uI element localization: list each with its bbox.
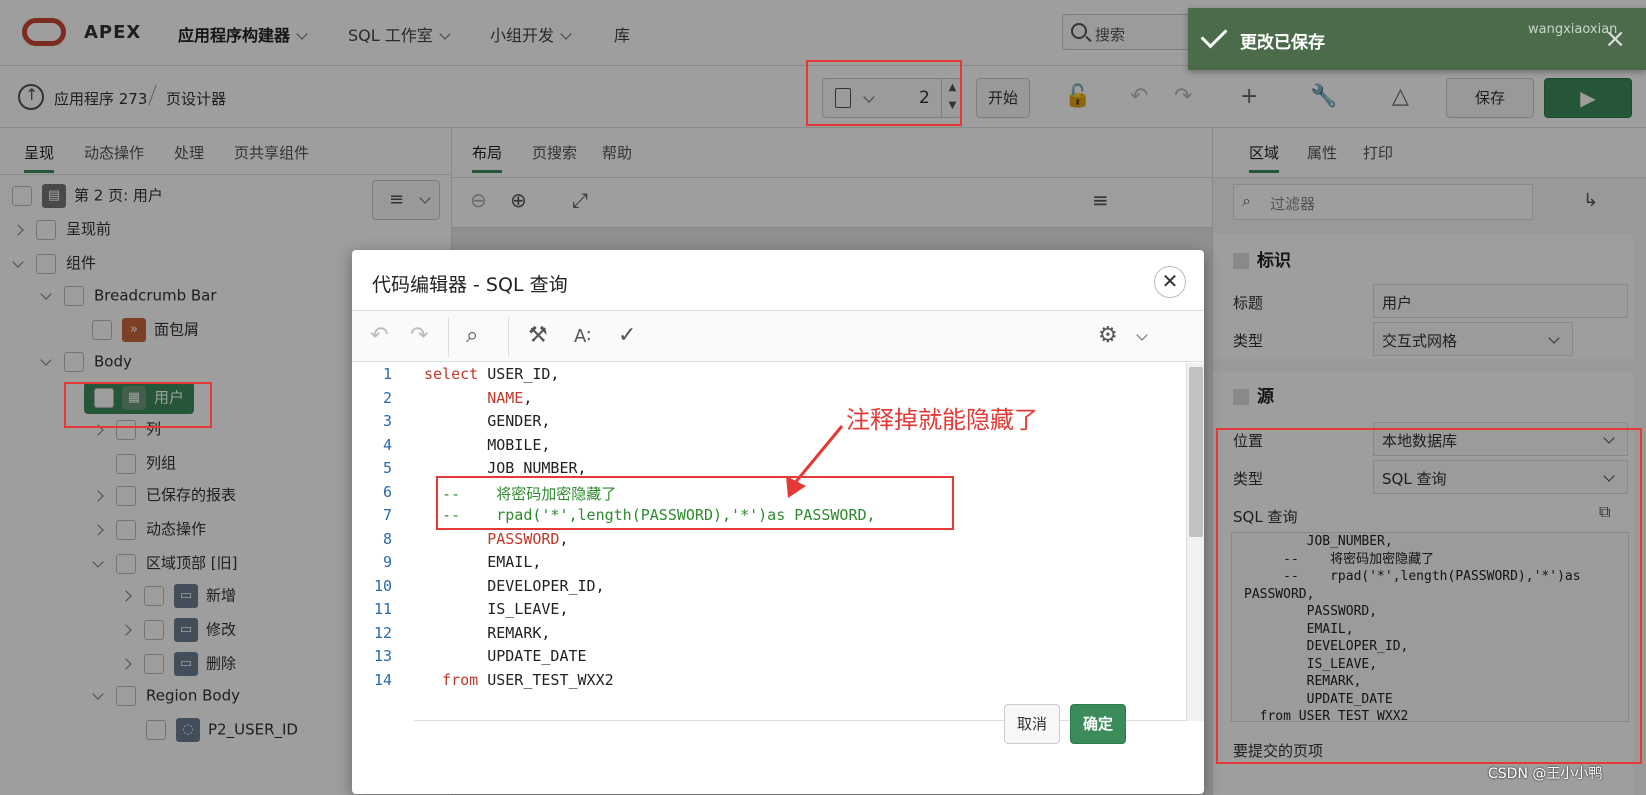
annotation-box-page xyxy=(806,60,962,126)
close-icon[interactable]: ✕ xyxy=(1154,266,1186,298)
line-number: 5 xyxy=(382,459,392,477)
scrollbar-thumb[interactable] xyxy=(1189,367,1203,537)
dialog-title: 代码编辑器 - SQL 查询 xyxy=(372,274,568,296)
search-icon[interactable]: ⌕ xyxy=(466,323,478,348)
undo-icon[interactable]: ↶ xyxy=(370,323,388,348)
code-line[interactable]: GENDER, xyxy=(424,412,550,430)
annotation-box-comment xyxy=(436,476,954,530)
line-number: 2 xyxy=(382,388,392,407)
code-line[interactable]: REMARK, xyxy=(424,624,550,642)
line-number: 3 xyxy=(382,412,392,430)
gear-icon[interactable]: ⚙ xyxy=(1098,323,1118,348)
code-line[interactable]: from USER_TEST_WXX2 xyxy=(424,671,614,689)
code-line[interactable]: select USER_ID, xyxy=(424,365,559,383)
watermark: CSDN @王小小鸭 xyxy=(1488,766,1603,782)
success-toast: 更改已保存 wangxiaoxian × xyxy=(1188,8,1646,70)
code-editor[interactable]: 1 2 3 4 5 6 7 8 9 10 11 12 13 14 select USER_ID, NAME… xyxy=(352,363,1186,721)
line-number: 12 xyxy=(373,623,392,642)
redo-icon[interactable]: ↷ xyxy=(410,323,428,348)
line-number: 11 xyxy=(373,600,392,618)
annotation-box-source xyxy=(1216,428,1642,764)
line-number-gutter: 1 2 3 4 5 6 7 8 9 10 11 12 13 14 xyxy=(352,363,414,721)
editor-scrollbar[interactable] xyxy=(1186,363,1204,721)
line-number: 10 xyxy=(373,576,392,595)
line-number: 7 xyxy=(382,506,392,524)
code-line[interactable]: PASSWORD, xyxy=(424,530,568,548)
line-number: 1 xyxy=(382,365,392,383)
editor-toolbar: ↶ ↷ ⌕ ⚒ A∶ ✓ ⚙ xyxy=(352,310,1204,362)
code-line[interactable]: DEVELOPER_ID, xyxy=(424,577,604,595)
annotation-arrow xyxy=(786,425,844,498)
cancel-button[interactable]: 取消 xyxy=(1004,704,1060,744)
line-number: 14 xyxy=(373,670,392,689)
code-line[interactable]: JOB_NUMBER, xyxy=(424,459,586,477)
validate-icon[interactable]: ✓ xyxy=(618,323,636,348)
check-icon xyxy=(1200,21,1228,49)
code-line[interactable]: IS_LEAVE, xyxy=(424,600,568,618)
toast-message: 更改已保存 xyxy=(1240,33,1325,53)
chevron-down-icon[interactable] xyxy=(1136,329,1148,341)
annotation-box-users xyxy=(64,382,212,428)
code-line[interactable]: NAME, xyxy=(424,389,532,407)
line-number: 4 xyxy=(382,435,392,454)
hammer-icon[interactable]: ⚒ xyxy=(528,323,548,348)
line-number: 8 xyxy=(382,529,392,548)
code-line[interactable]: UPDATE_DATE xyxy=(424,647,586,665)
ok-button[interactable]: 确定 xyxy=(1070,704,1126,744)
close-icon[interactable]: × xyxy=(1604,24,1626,54)
line-number: 6 xyxy=(382,482,392,501)
annotation-text: 注释掉就能隐藏了 xyxy=(846,406,1038,434)
line-number: 9 xyxy=(382,553,392,571)
code-line[interactable]: EMAIL, xyxy=(424,553,541,571)
code-line[interactable]: MOBILE, xyxy=(424,436,550,454)
autocomplete-icon[interactable]: A∶ xyxy=(574,326,591,347)
line-number: 13 xyxy=(373,647,392,665)
